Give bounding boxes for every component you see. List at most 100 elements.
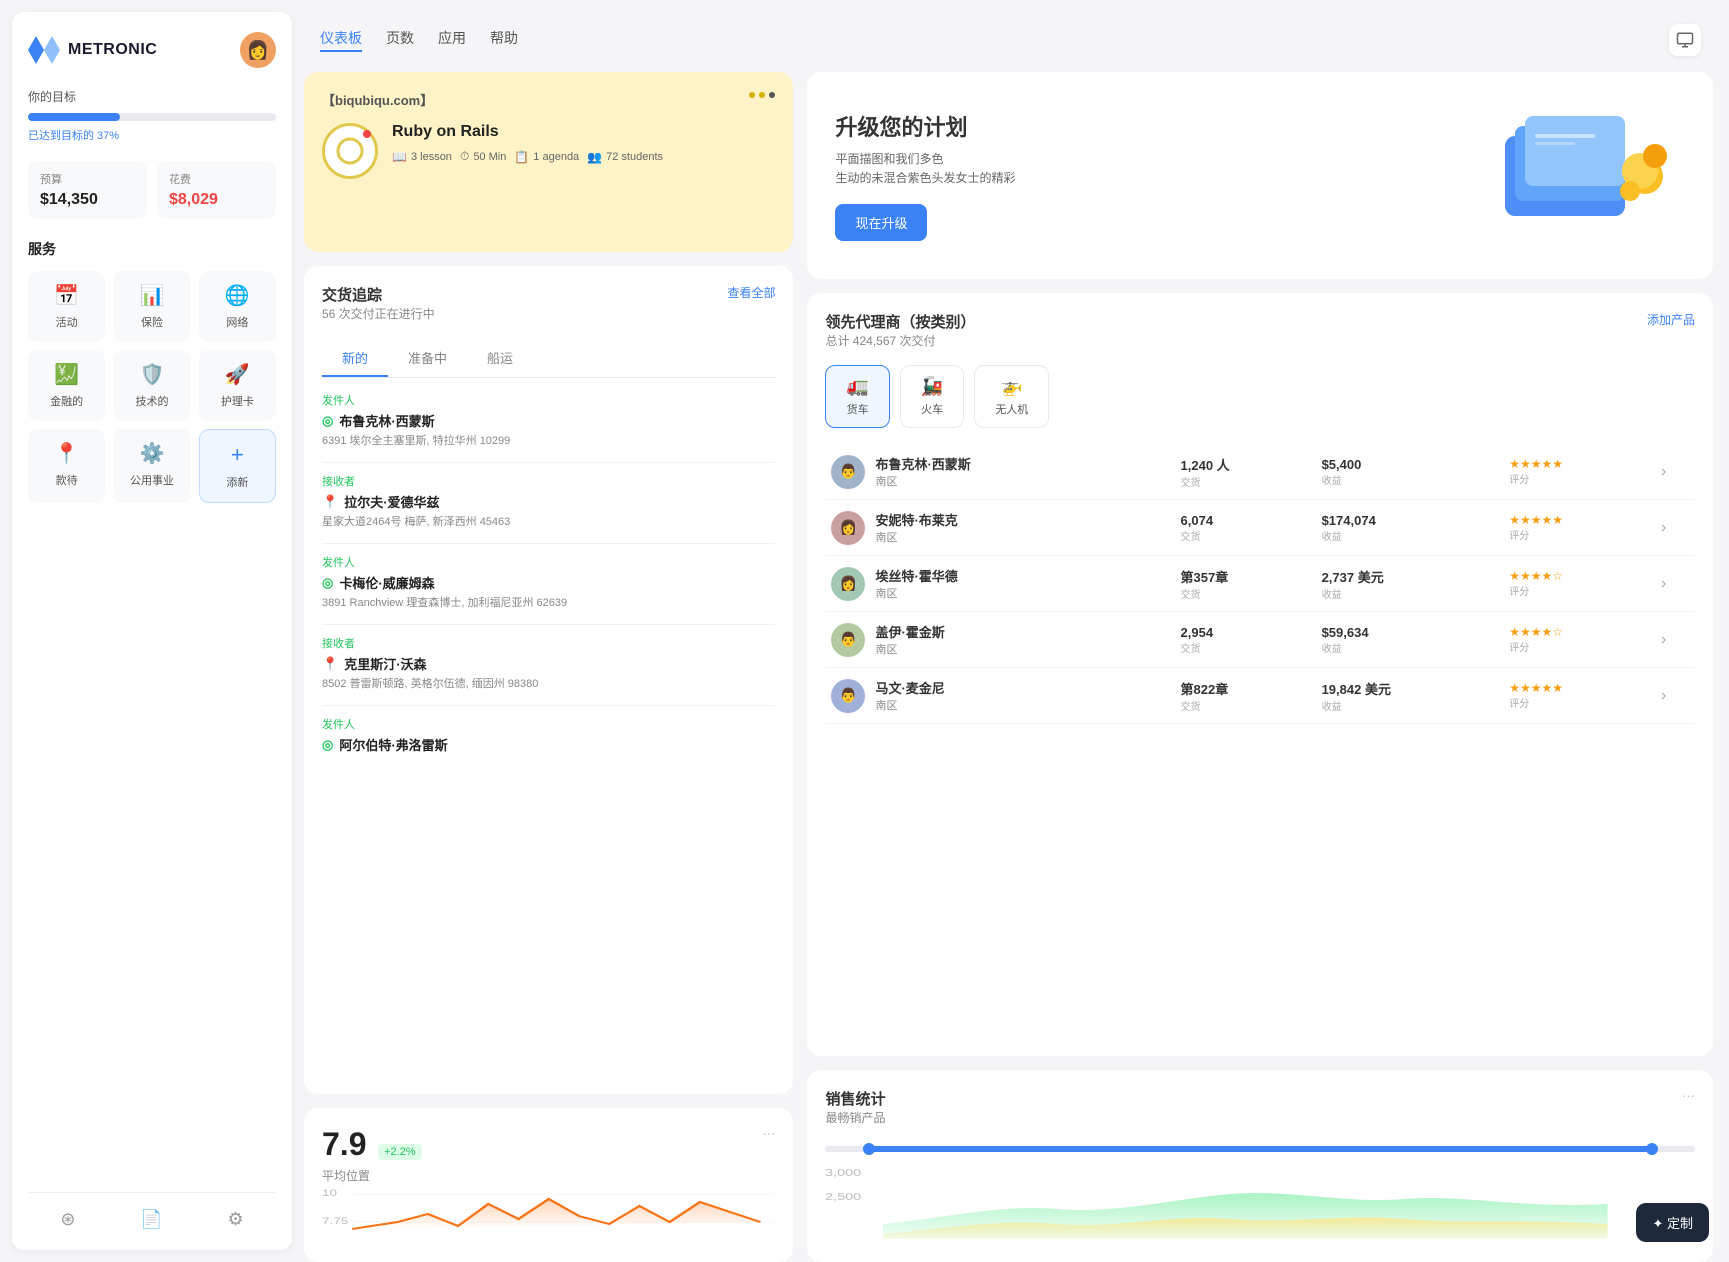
tab-preparing[interactable]: 准备中 xyxy=(388,340,467,377)
nav-help[interactable]: 帮助 xyxy=(490,28,518,52)
agent-revenue-5: 19,842 美元 收益 xyxy=(1316,668,1504,724)
agents-add-btn[interactable]: 添加产品 xyxy=(1647,311,1695,328)
activity-label: 活动 xyxy=(56,314,78,330)
sidebar-logo: METRONIC 👩 xyxy=(28,32,276,68)
divider-2 xyxy=(322,543,775,544)
agent-name-5: 马文·麦金尼 xyxy=(875,678,944,697)
expense-label: 花费 xyxy=(169,171,264,187)
agent-detail-btn-3[interactable]: › xyxy=(1661,575,1666,593)
service-add[interactable]: + 添新 xyxy=(199,429,276,503)
agent-detail-btn-4[interactable]: › xyxy=(1661,631,1666,649)
shipment-view-all[interactable]: 查看全部 xyxy=(727,284,775,301)
agent-arrow-3: › xyxy=(1655,556,1695,612)
table-row: 👩 安妮特·布莱克 南区 6,074 交货 xyxy=(825,500,1695,556)
range-handle-right[interactable] xyxy=(1646,1143,1658,1155)
agenda-icon: 📋 xyxy=(514,150,529,164)
shipment-card: 交货追踪 56 次交付正在进行中 查看全部 新的 准备中 船运 发件人 ◎ 布鲁… xyxy=(304,266,793,1094)
sales-range-bar xyxy=(825,1144,1695,1154)
nav-pages[interactable]: 页数 xyxy=(386,28,414,52)
agent-revenue-4: $59,634 收益 xyxy=(1316,612,1504,668)
upgrade-button[interactable]: 现在升级 xyxy=(835,204,927,241)
agent-rating-1: ★★★★★ 评分 xyxy=(1503,444,1655,500)
agent-name-4: 盖伊·霍金斯 xyxy=(875,622,944,641)
file-icon[interactable]: 📄 xyxy=(140,1209,162,1230)
cat-truck[interactable]: 🚛 货车 xyxy=(825,365,889,428)
customize-button[interactable]: ✦ 定制 xyxy=(1636,1203,1709,1242)
nav-apps[interactable]: 应用 xyxy=(438,28,466,52)
service-nursing[interactable]: 🚀 护理卡 xyxy=(199,350,276,421)
logo-text: METRONIC xyxy=(68,41,157,59)
service-network[interactable]: 🌐 网络 xyxy=(199,271,276,342)
divider-4 xyxy=(322,705,775,706)
agent-arrow-5: › xyxy=(1655,668,1695,724)
services-grid: 📅 活动 📊 保险 🌐 网络 💹 金融的 🛡️ 技术的 🚀 护理卡 📍 款待 xyxy=(28,271,276,503)
upgrade-desc: 平面描图和我们多色 生动的未混合紫色头发女士的精彩 xyxy=(835,150,1015,188)
avatar-3: 👩 xyxy=(831,567,865,601)
agent-detail-btn-5[interactable]: › xyxy=(1661,687,1666,705)
nav-dashboard[interactable]: 仪表板 xyxy=(320,28,362,52)
course-card: 【biqubiqu.com】 Ruby on xyxy=(304,72,793,252)
loc-icon-2: 📍 xyxy=(322,494,338,510)
name-5: ◎ 阿尔伯特·弗洛雷斯 xyxy=(322,735,775,754)
agent-detail-btn-2[interactable]: › xyxy=(1661,519,1666,537)
progress-bar-fill xyxy=(28,113,120,121)
cat-drone[interactable]: 🚁 无人机 xyxy=(974,365,1049,428)
service-reception[interactable]: 📍 款待 xyxy=(28,429,105,503)
reception-icon: 📍 xyxy=(54,441,79,466)
topnav: 仪表板 页数 应用 帮助 xyxy=(304,12,1717,72)
expense-value: $8,029 xyxy=(169,191,264,209)
avatar-5: 👨 xyxy=(831,679,865,713)
goal-label: 你的目标 xyxy=(28,88,276,105)
agent-region-2: 南区 xyxy=(875,529,957,545)
table-row: 👨 盖伊·霍金斯 南区 2,954 交货 xyxy=(825,612,1695,668)
cat-train[interactable]: 🚂 火车 xyxy=(900,365,964,428)
shipment-subtitle: 56 次交付正在进行中 xyxy=(322,305,435,322)
service-activity[interactable]: 📅 活动 xyxy=(28,271,105,342)
progress-pct: 已达到目标的 37% xyxy=(28,130,119,142)
notification-icon[interactable] xyxy=(1669,24,1701,56)
truck-icon: 🚛 xyxy=(846,376,868,397)
sales-menu[interactable]: ··· xyxy=(1682,1088,1695,1103)
students-icon: 👥 xyxy=(587,150,602,164)
table-row: 👨 布鲁克林·西蒙斯 南区 1,240 人 交货 xyxy=(825,444,1695,500)
technical-label: 技术的 xyxy=(135,393,168,409)
svg-text:7.75: 7.75 xyxy=(322,1217,348,1226)
loc-icon-5: ◎ xyxy=(322,737,333,753)
agents-title: 领先代理商（按类别） xyxy=(825,311,975,332)
expense-card: 花费 $8,029 xyxy=(157,161,276,219)
course-title: Ruby on Rails xyxy=(392,123,663,141)
duration-value: 50 Min xyxy=(473,151,506,163)
service-financial[interactable]: 💹 金融的 xyxy=(28,350,105,421)
stat-menu[interactable]: ··· xyxy=(762,1126,775,1141)
technical-icon: 🛡️ xyxy=(140,362,165,387)
insurance-label: 保险 xyxy=(141,314,163,330)
financial-label: 金融的 xyxy=(50,393,83,409)
agents-cat-tabs: 🚛 货车 🚂 火车 🚁 无人机 xyxy=(825,365,1695,428)
agent-rating-3: ★★★★☆ 评分 xyxy=(1503,556,1655,612)
service-public[interactable]: ⚙️ 公用事业 xyxy=(113,429,190,503)
activity-icon: 📅 xyxy=(54,283,79,308)
shipment-tabs: 新的 准备中 船运 xyxy=(322,340,775,378)
service-insurance[interactable]: 📊 保险 xyxy=(113,271,190,342)
train-icon: 🚂 xyxy=(921,376,943,397)
agent-rating-4: ★★★★☆ 评分 xyxy=(1503,612,1655,668)
agent-arrow-4: › xyxy=(1655,612,1695,668)
range-handle-left[interactable] xyxy=(863,1143,875,1155)
agent-name-cell: 👨 盖伊·霍金斯 南区 xyxy=(825,612,1174,668)
upgrade-info: 升级您的计划 平面描图和我们多色 生动的未混合紫色头发女士的精彩 现在升级 xyxy=(835,110,1015,241)
reception-label: 款待 xyxy=(56,472,78,488)
tab-shipping[interactable]: 船运 xyxy=(467,340,533,377)
agent-region-3: 南区 xyxy=(875,585,957,601)
service-technical[interactable]: 🛡️ 技术的 xyxy=(113,350,190,421)
sidebar: METRONIC 👩 你的目标 已达到目标的 37% 预算 $14,350 花费… xyxy=(12,12,292,1250)
loc-icon-1: ◎ xyxy=(322,413,333,429)
budget-label: 预算 xyxy=(40,171,135,187)
agent-arrow-2: › xyxy=(1655,500,1695,556)
tab-new[interactable]: 新的 xyxy=(322,340,388,377)
table-row: 👩 埃丝特·霍华德 南区 第357章 交货 xyxy=(825,556,1695,612)
settings-icon[interactable]: ⚙ xyxy=(227,1209,243,1230)
agent-trans-2: 6,074 交货 xyxy=(1175,500,1316,556)
agenda-meta: 📋 1 agenda xyxy=(514,149,579,164)
agent-detail-btn-1[interactable]: › xyxy=(1661,463,1666,481)
layers-icon[interactable]: ⊛ xyxy=(60,1209,75,1230)
